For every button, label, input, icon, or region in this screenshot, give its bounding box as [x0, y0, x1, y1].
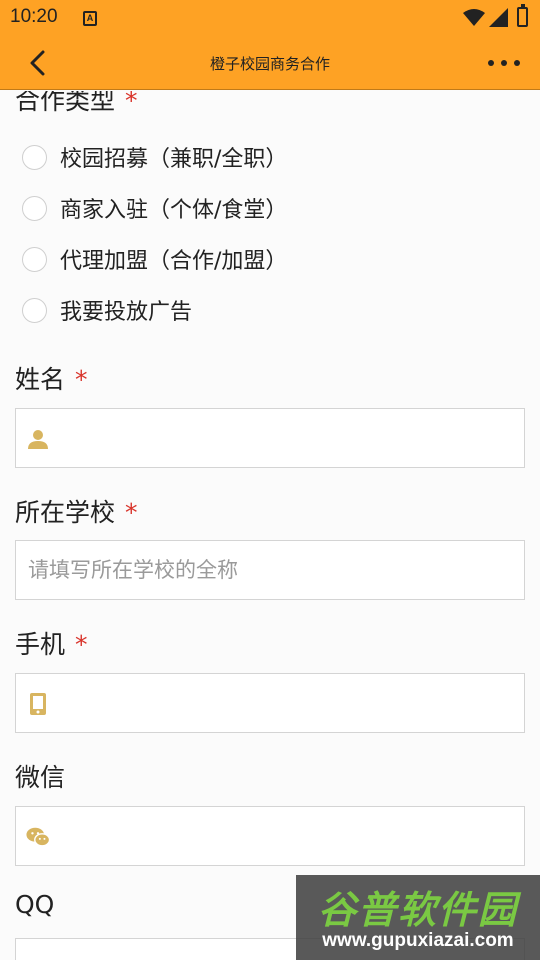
required-mark: * [125, 91, 138, 115]
more-dot-icon [488, 60, 494, 66]
phone-label: 手机 * [15, 625, 88, 661]
form-content[interactable]: 合作类型 * 校园招募（兼职/全职） 商家入驻（个体/食堂） 代理加盟（合作/加盟… [0, 91, 540, 960]
radio-option-label: 商家入驻（个体/食堂） [60, 198, 288, 223]
watermark-url: www.gupuxiazai.com [322, 930, 514, 951]
radio-option-label: 我要投放广告 [60, 300, 193, 325]
more-options-button[interactable] [488, 52, 520, 74]
qq-label: QQ [15, 890, 54, 919]
page-title: 橙子校园商务合作 [209, 55, 330, 73]
radio-circle[interactable] [22, 297, 47, 323]
app-bar: 橙子校园商务合作 [0, 36, 540, 90]
wechat-label-text: 微信 [15, 763, 66, 792]
radio-option-label: 代理加盟（合作/加盟） [60, 249, 288, 274]
watermark-name: 谷普软件园 [317, 888, 518, 932]
top-bar: 10:20 A 橙子校园商务合作 [0, 0, 540, 90]
school-label: 所在学校 * [15, 493, 138, 529]
name-input[interactable] [16, 409, 524, 467]
battery-icon [517, 4, 528, 27]
radio-circle[interactable] [22, 195, 47, 221]
status-time: 10:20 [10, 6, 58, 27]
radio-option-merchant[interactable]: 商家入驻（个体/食堂） [22, 193, 287, 223]
more-dot-icon [514, 60, 520, 66]
radio-circle[interactable] [22, 246, 47, 272]
cooperation-type-label-text: 合作类型 [15, 91, 116, 115]
radio-option-label: 校园招募（兼职/全职） [60, 147, 288, 172]
more-dot-icon [501, 60, 507, 66]
watermark-logo: 谷普软件园 www.gupuxiazai.com [296, 875, 540, 960]
qq-label-text: QQ [15, 890, 55, 919]
school-field[interactable] [15, 540, 525, 600]
phone-label-text: 手机 [15, 630, 66, 659]
notification-icon: A [83, 11, 97, 26]
wechat-label: 微信 [15, 758, 65, 794]
phone-field[interactable] [15, 673, 525, 733]
required-mark: * [125, 498, 138, 527]
school-label-text: 所在学校 [15, 498, 116, 527]
radio-circle[interactable] [22, 144, 47, 170]
name-label: 姓名 * [15, 360, 88, 396]
required-mark: * [75, 630, 88, 659]
signal-icon [489, 8, 508, 27]
name-field[interactable] [15, 408, 525, 468]
radio-option-agent[interactable]: 代理加盟（合作/加盟） [22, 244, 287, 274]
wifi-icon [463, 9, 485, 26]
radio-option-campus-recruit[interactable]: 校园招募（兼职/全职） [22, 142, 287, 172]
wechat-input[interactable] [16, 807, 524, 865]
cooperation-type-label: 合作类型 * [15, 91, 138, 117]
radio-option-advertise[interactable]: 我要投放广告 [22, 295, 192, 325]
phone-input[interactable] [16, 674, 524, 732]
status-bar: 10:20 A [0, 0, 540, 36]
required-mark: * [75, 365, 88, 394]
name-label-text: 姓名 [15, 365, 66, 394]
school-input[interactable] [16, 541, 524, 599]
wechat-field[interactable] [15, 806, 525, 866]
